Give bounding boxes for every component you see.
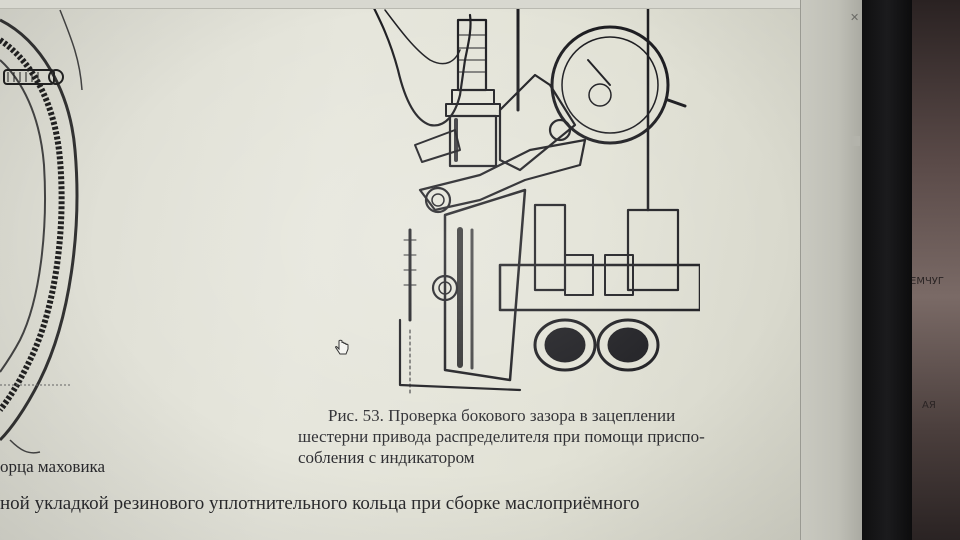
- monitor-bezel: [862, 0, 912, 540]
- background-room: ЕМЧУГ АЯ: [912, 0, 960, 540]
- close-icon[interactable]: ✕: [850, 12, 862, 24]
- background-label-top: ЕМЧУГ: [912, 276, 944, 287]
- background-label-bottom: АЯ: [922, 400, 936, 411]
- body-text-line: ной укладкой резинового уплотнительного …: [0, 493, 640, 514]
- hand-cursor-icon: [335, 339, 349, 355]
- viewer-top-border: [0, 0, 862, 9]
- flywheel-illustration: [0, 9, 83, 454]
- gear-backlash-fixture-illustration: [368, 0, 700, 395]
- scrollbar-thumb[interactable]: [852, 136, 860, 146]
- caption-line-1: Рис. 53. Проверка бокового зазора в заце…: [328, 406, 676, 425]
- viewer-side-panel: [800, 0, 863, 540]
- caption-line-2: шестерни привода распределителя при помо…: [298, 427, 705, 446]
- left-partial-caption: орца маховика: [0, 457, 106, 476]
- document-page: Рис. 53. Проверка бокового зазора в заце…: [0, 0, 800, 540]
- figure-caption: Рис. 53. Проверка бокового зазора в заце…: [298, 405, 758, 468]
- caption-line-3: собления с индикатором: [298, 448, 475, 467]
